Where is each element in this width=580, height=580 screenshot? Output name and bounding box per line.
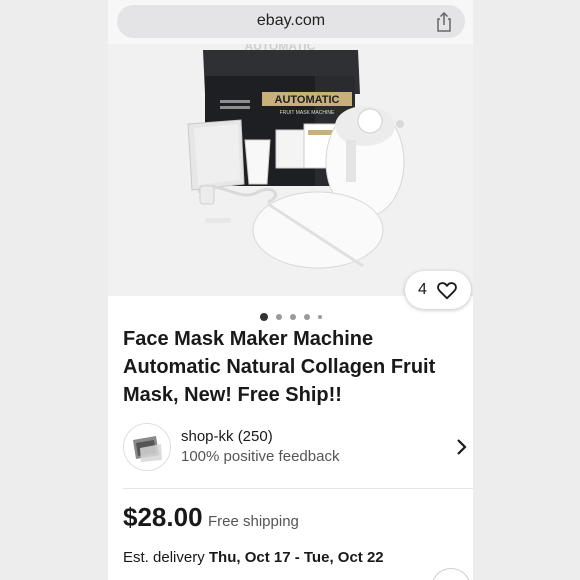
address-bar[interactable]: ebay.com — [117, 5, 465, 38]
browser-toolbar: ebay.com — [108, 0, 473, 44]
divider — [123, 488, 473, 489]
pagination-dot[interactable] — [259, 312, 268, 321]
seller-name: shop-kk (250) — [181, 428, 273, 445]
pagination-dot[interactable] — [317, 314, 322, 319]
box-label: AUTOMATIC — [275, 94, 340, 106]
pagination-dot[interactable] — [303, 313, 310, 320]
box-sublabel: FRUIT MASK MACHINE — [280, 110, 335, 116]
product-image[interactable]: AUTOMATIC AUTOMATIC FRUIT MASK MACHINE — [108, 44, 473, 296]
phone-screen: ebay.com AUTOMATIC AUTOMATIC FRUIT MASK … — [108, 0, 473, 580]
heart-icon — [437, 282, 457, 300]
listing-title: Face Mask Maker Machine Automatic Natura… — [123, 328, 436, 406]
item-price: $28.00 — [123, 502, 203, 532]
seller-feedback: 100% positive feedback — [181, 448, 340, 465]
seller-avatar — [123, 423, 171, 471]
watch-button[interactable]: 4 — [405, 271, 471, 309]
pagination-dot[interactable] — [289, 313, 296, 320]
seller-avatar-image — [124, 424, 170, 470]
pagination-dot[interactable] — [275, 313, 282, 320]
chevron-right-icon — [457, 439, 467, 455]
delivery-dates: Thu, Oct 17 - Tue, Oct 22 — [208, 549, 384, 566]
product-photo: AUTOMATIC AUTOMATIC FRUIT MASK MACHINE — [108, 44, 473, 296]
share-icon[interactable] — [435, 12, 453, 32]
seller-card[interactable]: shop-kk (250) 100% positive feedback — [108, 420, 473, 476]
info-button[interactable] — [431, 568, 471, 580]
estimated-delivery: Est. delivery Thu, Oct 17 - Tue, Oct 22 — [123, 549, 384, 566]
svg-text:AUTOMATIC: AUTOMATIC — [245, 44, 316, 53]
watch-count: 4 — [418, 281, 427, 298]
url-text: ebay.com — [256, 12, 326, 29]
image-pagination — [108, 308, 473, 321]
shipping-info: Free shipping — [208, 513, 299, 530]
delivery-label: Est. delivery — [123, 549, 205, 566]
